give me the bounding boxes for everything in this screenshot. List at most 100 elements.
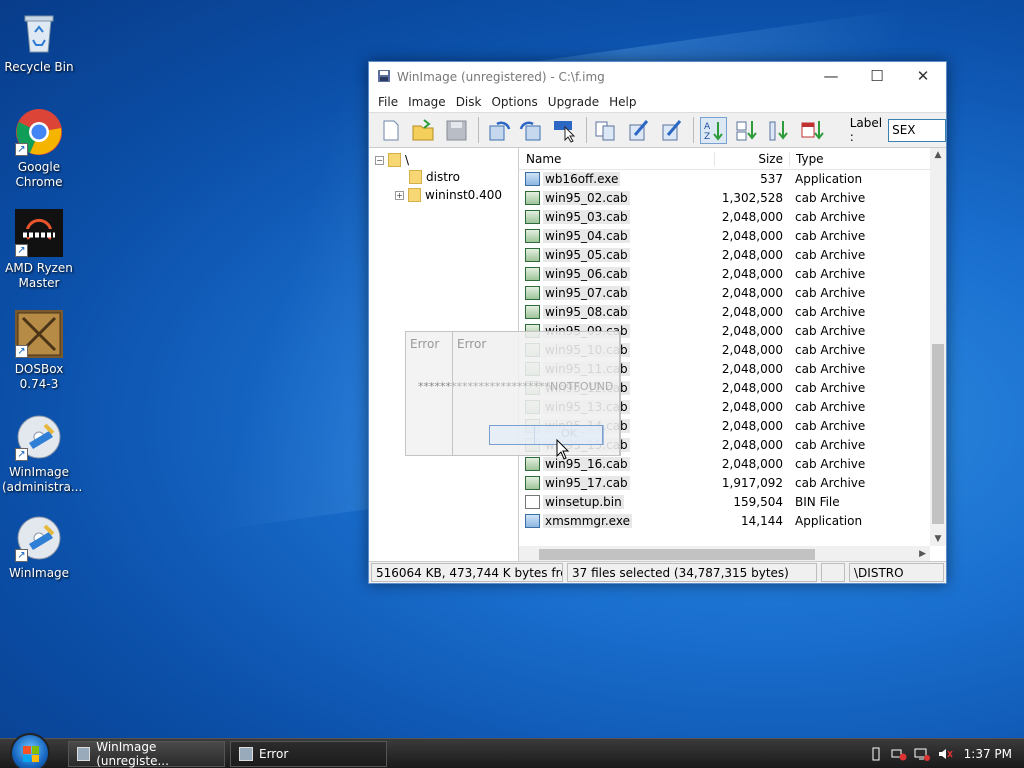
file-row[interactable]: win95_02.cab 1,302,528 cab Archive [519,188,930,207]
desktop-icon-label: WinImage (administra... [2,465,83,494]
file-name: win95_05.cab [543,247,630,262]
file-type: cab Archive [795,399,866,414]
system-tray: 1:37 PM [868,739,1024,768]
volume-label-input[interactable]: SEX [888,118,947,142]
scroll-right-icon[interactable]: ▶ [919,546,926,562]
file-row[interactable]: win95_08.cab 2,048,000 cab Archive [519,302,930,321]
file-size: 1,917,092 [721,475,783,490]
cab-file-icon [525,456,540,471]
app-icon [377,69,391,86]
column-size[interactable]: Size [714,151,789,166]
file-name: wb16off.exe [543,171,621,186]
expand-icon[interactable]: + [395,190,404,200]
sort-by-size-button[interactable] [766,117,793,144]
select-button[interactable] [551,117,578,144]
file-type: Application [795,513,863,528]
desktop-icon-amd-ryzen-master[interactable]: ↗ AMD Ryzen Master [2,209,76,291]
scroll-thumb[interactable] [932,344,944,524]
file-type: cab Archive [795,342,866,357]
taskbar-button-winimage[interactable]: WinImage (unregiste... [68,740,225,768]
scroll-up-icon[interactable]: ▲ [930,150,946,160]
file-row[interactable]: win95_17.cab 1,917,092 cab Archive [519,473,930,492]
chrome-icon: ↗ [15,108,63,156]
file-size: 2,048,000 [721,304,783,319]
tree-label: wininst0.400 [425,188,503,202]
properties-button[interactable] [625,117,652,144]
usb-icon[interactable] [868,747,884,761]
taskbar-label: Error [259,747,289,761]
file-type: Application [795,171,863,186]
minimize-button[interactable]: — [808,62,854,92]
close-button[interactable]: ✕ [900,62,946,92]
scroll-thumb[interactable] [539,549,815,560]
column-type[interactable]: Type [789,151,919,166]
menu-image[interactable]: Image [403,95,451,109]
sort-by-name-button[interactable]: AZ [699,116,727,144]
file-row[interactable]: xmsmmgr.exe 14,144 Application [519,511,930,530]
clock[interactable]: 1:37 PM [964,747,1012,761]
network-icon[interactable] [914,747,930,761]
file-row[interactable]: winsetup.bin 159,504 BIN File [519,492,930,511]
cab-file-icon [525,285,540,300]
file-row[interactable]: win95_03.cab 2,048,000 cab Archive [519,207,930,226]
status-bar: 516064 KB, 473,744 K bytes free 37 files… [369,561,946,583]
open-button[interactable] [410,117,437,144]
tree-root[interactable]: − \ [375,151,409,169]
file-type: cab Archive [795,228,866,243]
tree-item-wininst[interactable]: + wininst0.400 [395,186,502,204]
menu-help[interactable]: Help [604,95,641,109]
scroll-down-icon[interactable]: ▼ [930,534,946,544]
file-row[interactable]: win95_07.cab 2,048,000 cab Archive [519,283,930,302]
collapse-icon[interactable]: − [375,155,384,165]
tree-item-distro[interactable]: distro [409,168,460,186]
desktop-icon-dosbox[interactable]: ↗ DOSBox 0.74-3 [2,310,76,392]
vertical-scrollbar[interactable]: ▲ ▼ [930,148,946,546]
save-button[interactable] [443,117,470,144]
toolbar-separator [585,117,587,143]
menu-bar: File Image Disk Options Upgrade Help [369,92,946,112]
desktop-icon-recycle-bin[interactable]: Recycle Bin [2,8,76,75]
app-icon [77,747,91,761]
file-row[interactable]: win95_16.cab 2,048,000 cab Archive [519,454,930,473]
inject-button[interactable] [485,117,512,144]
title-bar[interactable]: WinImage (unregistered) - C:\f.img — ☐ ✕ [369,62,946,92]
file-row[interactable]: win95_06.cab 2,048,000 cab Archive [519,264,930,283]
menu-options[interactable]: Options [486,95,542,109]
start-button[interactable] [10,733,50,768]
network-warning-icon[interactable] [891,747,907,761]
folder-icon [388,153,401,167]
exe-file-icon [525,513,540,528]
file-row[interactable]: win95_05.cab 2,048,000 cab Archive [519,245,930,264]
sort-by-extension-button[interactable] [733,117,760,144]
menu-upgrade[interactable]: Upgrade [543,95,604,109]
menu-file[interactable]: File [373,95,403,109]
file-type: BIN File [795,494,840,509]
taskbar-button-error[interactable]: Error [230,741,387,767]
file-name: win95_02.cab [543,190,630,205]
tree-label: \ [405,153,410,167]
edit-button[interactable] [658,117,685,144]
volume-muted-icon[interactable] [937,747,953,761]
file-type: cab Archive [795,190,866,205]
file-name-cell: win95_02.cab [519,190,714,205]
file-type: cab Archive [795,323,866,338]
sort-by-date-button[interactable] [799,117,826,144]
desktop-icon-winimage[interactable]: ↗ WinImage [2,514,76,581]
file-type: cab Archive [795,456,866,471]
file-row[interactable]: win95_04.cab 2,048,000 cab Archive [519,226,930,245]
extract-button[interactable] [518,117,545,144]
horizontal-scrollbar[interactable]: ▶ [519,546,930,562]
file-type: cab Archive [795,247,866,262]
file-row[interactable]: wb16off.exe 537 Application [519,169,930,188]
new-image-button[interactable] [377,117,404,144]
desktop-icon-winimage-admin[interactable]: ↗ WinImage (administra... [2,413,83,495]
file-type: cab Archive [795,304,866,319]
copy-button[interactable] [592,117,619,144]
desktop-icon-google-chrome[interactable]: ↗ Google Chrome [2,108,76,190]
menu-disk[interactable]: Disk [451,95,487,109]
maximize-button[interactable]: ☐ [854,62,900,92]
winimage-icon: ↗ [15,413,63,461]
file-size: 2,048,000 [721,323,783,338]
winimage-window[interactable]: WinImage (unregistered) - C:\f.img — ☐ ✕… [368,61,947,584]
column-name[interactable]: Name [519,152,714,166]
